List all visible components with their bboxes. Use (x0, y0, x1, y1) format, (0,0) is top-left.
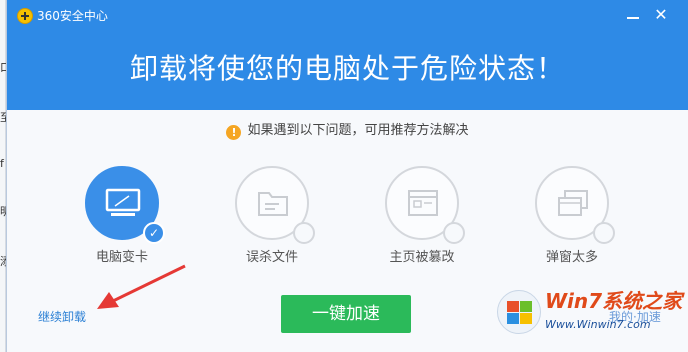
red-arrow-annotation-icon (97, 264, 186, 309)
issue-label: 主页被篡改 (389, 250, 455, 265)
background-glyph: f (0, 157, 4, 170)
headline: 卸载将使您的电脑处于危险状态！ (129, 52, 565, 85)
check-badge-icon: ✓ (143, 222, 165, 244)
issue-circle: ✓ (85, 166, 165, 244)
info-icon: ! (226, 125, 242, 140)
issue-circle (535, 166, 615, 244)
issue-item-homepage-hijacked[interactable]: 主页被篡改 (367, 166, 477, 266)
minimize-button[interactable] (621, 4, 645, 26)
window-title: 360安全中心 (37, 9, 108, 23)
issue-circle (385, 166, 465, 244)
continue-uninstall-link[interactable]: 继续卸载 (38, 309, 86, 325)
close-button[interactable]: ✕ (649, 4, 673, 26)
issue-label: 误杀文件 (245, 250, 298, 265)
watermark-url: Www.Winwin7.com (545, 318, 651, 331)
status-badge-icon (293, 222, 315, 244)
status-badge-icon (443, 222, 465, 244)
popup-windows-icon (558, 190, 588, 216)
notice-text: 如果遇到以下问题，可用推荐方法解决 (247, 123, 469, 138)
monitor-icon (105, 188, 141, 216)
status-badge-icon (593, 222, 615, 244)
issue-item-slow-pc[interactable]: ✓ 电脑变卡 (67, 166, 177, 266)
issue-item-too-many-popups[interactable]: 弹窗太多 (517, 166, 627, 266)
issue-item-deleted-files[interactable]: 误杀文件 (217, 166, 327, 266)
browser-page-icon (408, 190, 438, 216)
title-bar[interactable]: 360安全中心 ✕ (7, 0, 688, 32)
folder-icon (258, 192, 288, 216)
360-logo-icon (17, 8, 33, 24)
issue-circle (235, 166, 315, 244)
one-click-speedup-button[interactable]: 一键加速 (281, 295, 411, 333)
uninstall-dialog: 360安全中心 ✕ 卸载将使您的电脑处于危险状态！ ! 如果遇到以下问题，可用推荐… (6, 0, 688, 352)
warning-header: 卸载将使您的电脑处于危险状态！ (7, 32, 688, 110)
notice-line: ! 如果遇到以下问题，可用推荐方法解决 (7, 122, 688, 140)
site-watermark: Win7系统之家 我的·加速 Www.Winwin7.com (497, 284, 688, 348)
windows-logo-icon (497, 290, 541, 334)
issue-label: 弹窗太多 (545, 250, 598, 265)
